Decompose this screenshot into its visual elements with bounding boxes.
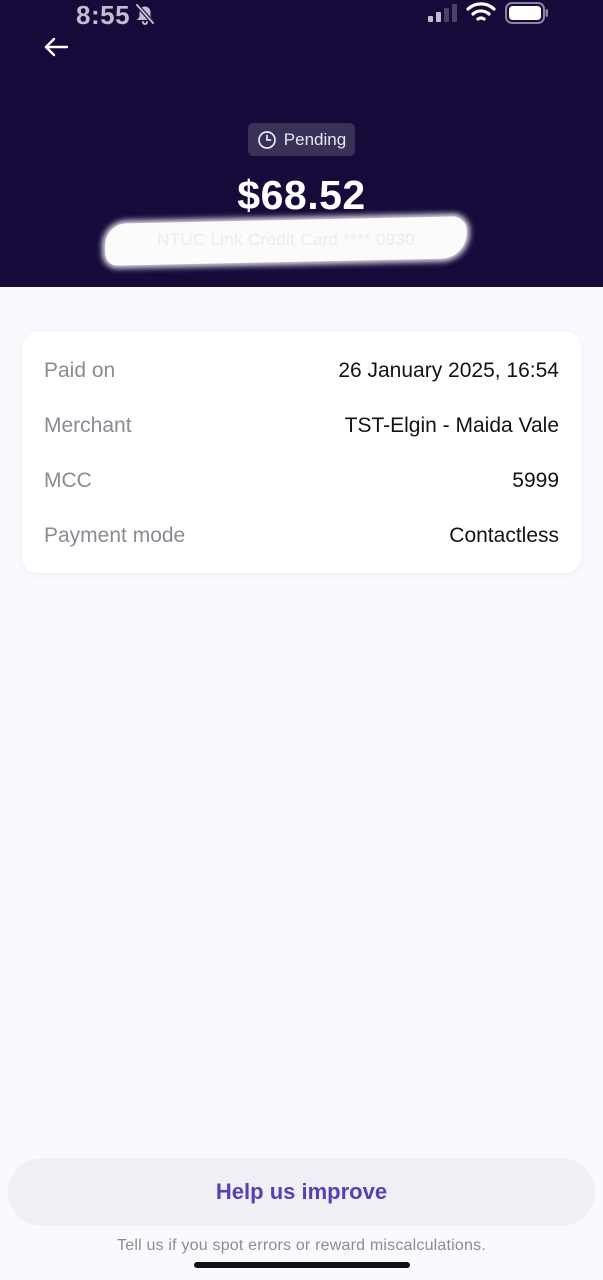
detail-label: Paid on (44, 359, 116, 382)
status-badge: Pending (248, 123, 355, 156)
detail-row-paid-on: Paid on 26 January 2025, 16:54 (44, 356, 559, 386)
detail-value: TST-Elgin - Maida Vale (344, 414, 559, 437)
card-info: NTUC Link Credit Card **** 0930 (104, 216, 468, 266)
bell-off-icon (135, 3, 155, 25)
home-indicator (194, 1262, 410, 1268)
detail-value: 5999 (512, 469, 559, 492)
wifi-icon (466, 2, 496, 21)
back-arrow-icon (44, 37, 69, 57)
detail-value: 26 January 2025, 16:54 (338, 359, 559, 382)
detail-row-payment-mode: Payment mode Contactless (44, 521, 559, 551)
clock-icon (257, 130, 276, 149)
detail-row-mcc: MCC 5999 (44, 466, 559, 496)
card-info-label: NTUC Link Credit Card **** 0930 (157, 230, 415, 249)
detail-label: Payment mode (44, 524, 186, 547)
status-bar-time: 8:55 (76, 0, 131, 30)
transaction-details-card: Paid on 26 January 2025, 16:54 Merchant … (22, 332, 581, 573)
help-us-improve-button[interactable]: Help us improve (8, 1158, 595, 1226)
transaction-detail-screen: 8:55 Pending $68.52 NTUC Link Credit Car… (0, 0, 603, 1280)
status-badge-label: Pending (283, 129, 347, 149)
detail-label: MCC (44, 469, 92, 492)
detail-label: Merchant (44, 414, 132, 437)
transaction-amount: $68.52 (237, 172, 366, 218)
help-subtitle: Tell us if you spot errors or reward mis… (117, 1237, 486, 1254)
transaction-header: 8:55 Pending $68.52 NTUC Link Credit Car… (0, 0, 603, 287)
detail-value: Contactless (449, 524, 559, 547)
battery-icon (505, 2, 548, 24)
signal-icon (428, 4, 457, 22)
back-button[interactable] (36, 30, 76, 64)
detail-row-merchant: Merchant TST-Elgin - Maida Vale (44, 411, 559, 441)
